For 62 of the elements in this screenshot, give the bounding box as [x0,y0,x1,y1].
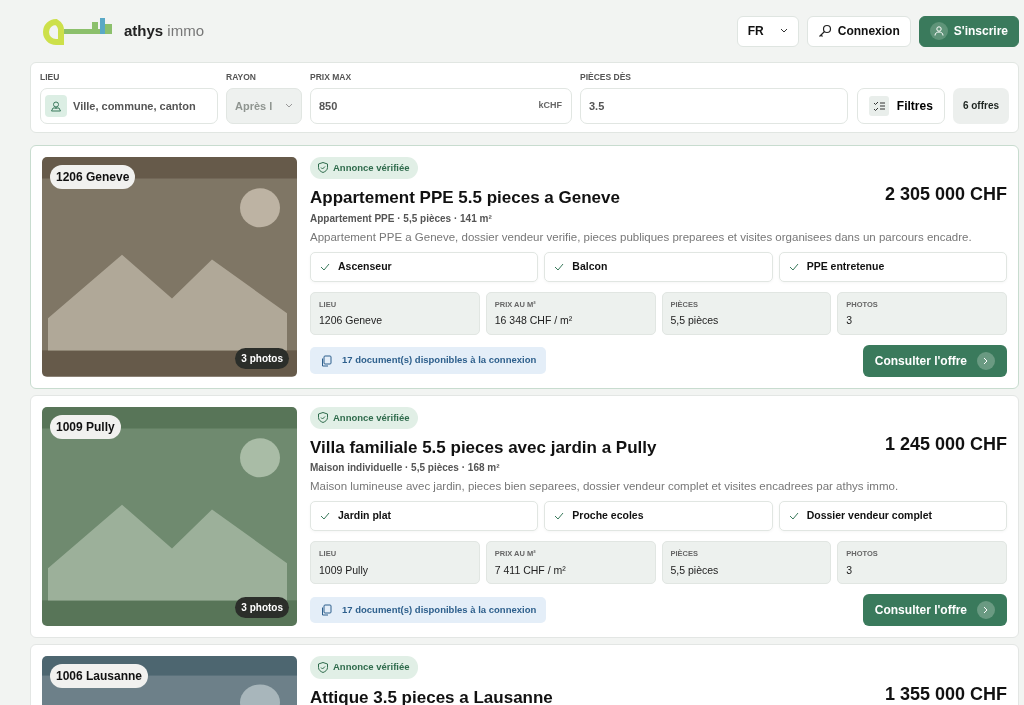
feature-text: PPE entretenue [806,258,885,274]
filter-icon [868,95,889,116]
view-offer-button[interactable]: Consulter l'offre [862,344,1007,377]
listing-description: Maison lumineuse avec jardin, pieces bien separees, dossier vendeur complet et visites encadrees par athys immo. [310,479,900,495]
feature-text: Balcon [572,258,608,274]
field-label: PRIX MAX [310,71,353,84]
check-icon [320,262,330,271]
check-icon [554,262,565,271]
shield-icon [318,162,328,174]
listing-title[interactable]: Appartement PPE 5.5 pieces a Geneve [310,185,620,211]
fact-value: 16 348 CHF / m² [494,312,574,328]
verified-badge: Annonce vérifiée [310,156,418,179]
listing-price: 1 355 000 CHF [884,682,1007,705]
listing-price: 1 245 000 CHF [884,432,1007,456]
user-icon [933,26,944,36]
fact-value: 3 [846,562,854,578]
login-button[interactable]: Connexion [806,15,911,47]
check-icon [554,512,565,521]
documents-note: 17 document(s) disponibles à la connexion [310,347,547,374]
feature-text: Proche ecoles [572,508,644,524]
documents-icon [320,604,332,617]
view-offer-button[interactable]: Consulter l'offre [862,594,1007,627]
verified-badge: Annonce vérifiée [310,656,418,679]
field-label: PIÈCES DÈS [580,71,633,84]
field-label: RAYON [226,71,257,84]
documents-note: 17 document(s) disponibles à la connexion [310,597,547,624]
listing-subtitle: Appartement PPE · 5,5 pièces · 141 m² [310,211,493,226]
location-field[interactable]: Ville, commune, canton [40,87,218,124]
documents-icon [320,354,332,367]
check-icon [788,512,799,521]
fact-value: 5,5 pièces [670,312,720,328]
verified-badge: Annonce vérifiée [310,406,418,429]
chevron-right-icon [983,356,989,365]
fact-value: 7 411 CHF / m² [494,562,567,578]
fact-value: 3 [846,312,854,328]
field-label: LIEU [40,71,61,84]
fact-value: 5,5 pièces [670,562,720,578]
check-icon [788,262,799,271]
rooms-field[interactable]: 3.5 [580,87,848,124]
listing-title[interactable]: Villa familiale 5.5 pieces avec jardin a Pully [310,434,657,461]
chevron-right-icon [983,606,989,615]
caret-icon [779,28,788,34]
check-icon [320,512,330,521]
photo-count-badge: 3 photos [235,597,289,619]
feature-text: Jardin plat [338,508,392,524]
signup-button[interactable]: S'inscrire [918,15,1019,47]
shield-icon [318,412,328,424]
listing-subtitle: Maison individuelle · 5,5 pièces · 168 m² [310,461,501,476]
listing-price: 2 305 000 CHF [884,183,1007,206]
fact-value: 1009 Pully [319,562,370,578]
location-badge: 1006 Lausanne [50,664,149,689]
unit-label: kCHF [538,99,562,112]
listing-description: Appartement PPE a Geneve, dossier vendeur verifie, pieces publiques preparees et visites organisees dans un parcours encadre. [310,229,973,245]
fact-value: 1206 Geneve [319,312,384,328]
caret-icon [285,102,293,109]
offer-count: 6 offres [952,87,1009,124]
feature-text: Dossier vendeur complet [806,508,933,524]
shield-icon [318,661,328,673]
language-select[interactable]: FR [736,15,799,47]
logo-text: athys immo [124,20,205,41]
filters-button[interactable]: Filtres [856,87,945,124]
feature-text: Ascenseur [338,258,392,274]
